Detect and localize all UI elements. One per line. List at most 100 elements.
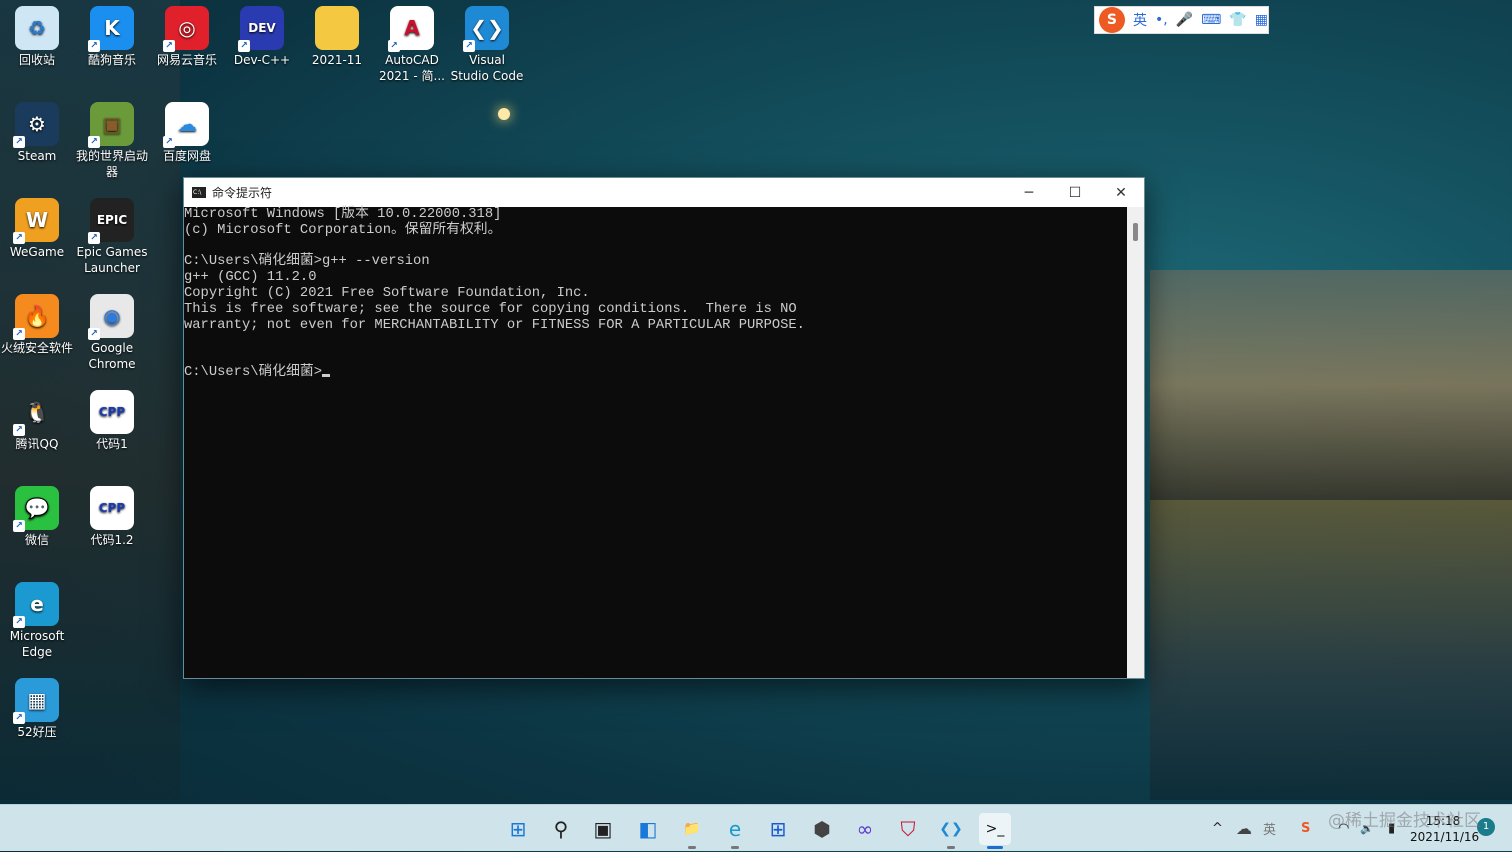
shortcut-arrow-icon: ↗ (88, 40, 100, 52)
vertical-scrollbar[interactable] (1127, 207, 1144, 678)
icon-glyph: ▣ (102, 112, 122, 136)
ime-indicator[interactable]: 英 (1263, 805, 1276, 852)
taskbar-mcafee-button[interactable]: ⛉ (892, 813, 924, 845)
running-indicator (688, 846, 696, 849)
microphone-icon[interactable]: 🎤 (1176, 12, 1193, 28)
skin-icon[interactable]: 👕 (1229, 12, 1246, 28)
desktop-icon-label: 百度网盘 (162, 149, 211, 163)
taskbar-vscode-button[interactable]: ❮❯ (935, 813, 967, 849)
qq-icon: 🐧 ↗ (13, 390, 59, 436)
close-button[interactable]: ✕ (1098, 178, 1144, 207)
desktop-icon[interactable]: ▣ ↗ 我的世界启动器 (75, 96, 149, 180)
sogou-tray-icon[interactable]: S (1301, 805, 1310, 852)
taskbar-file-explorer-button[interactable]: 📁 (676, 813, 708, 849)
minimize-button[interactable]: ─ (1006, 178, 1052, 207)
desktop-icon[interactable]: CPP 代码1 (75, 384, 149, 452)
desktop-icon[interactable]: 2021-11 (300, 0, 374, 68)
terminal-line: Microsoft Windows [版本 10.0.22000.318] (184, 207, 1128, 223)
chevron-up-icon[interactable]: ^ (1212, 821, 1223, 836)
cpp-file-icon: CPP (90, 486, 134, 530)
desktop-icon[interactable]: ⚙ ↗ Steam (0, 96, 74, 164)
icon-glyph: ☁ (177, 112, 197, 136)
punctuation-icon[interactable]: •, (1155, 12, 1168, 28)
shortcut-arrow-icon: ↗ (13, 136, 25, 148)
wallpaper-moon (498, 108, 510, 120)
running-indicator (731, 846, 739, 849)
taskbar-microsoft-store-button[interactable]: ⊞ (762, 813, 794, 845)
desktop-icon-label: 代码1.2 (90, 533, 134, 547)
taskbar-widgets-button[interactable]: ◧ (632, 813, 664, 845)
desktop-icon[interactable]: EPIC ↗ Epic Games Launcher (75, 192, 149, 276)
taskbar-task-view-button[interactable]: ▣ (587, 813, 619, 845)
taskbar-command-prompt-button[interactable]: >_ (979, 813, 1011, 849)
huorong-icon: 🔥 ↗ (13, 294, 59, 340)
desktop-icon[interactable]: ▦ ↗ 52好压 (0, 672, 74, 740)
icon-glyph: CPP (98, 405, 126, 419)
desktop-icon[interactable]: ❮❯ ↗ Visual Studio Code (450, 0, 524, 84)
ime-mode-toggle[interactable]: 英 (1133, 10, 1147, 30)
desktop-icon[interactable]: 🐧 ↗ 腾讯QQ (0, 384, 74, 452)
terminal-line: This is free software; see the source fo… (184, 302, 1128, 318)
desktop-icon[interactable]: ☁ ↗ 百度网盘 (150, 96, 224, 164)
desktop-icon-label: Google Chrome (88, 341, 136, 371)
kugou-icon: K ↗ (88, 6, 134, 52)
title-bar[interactable]: C:\ 命令提示符 ─ ☐ ✕ (184, 178, 1144, 207)
desktop-icon[interactable]: ♻ 回收站 (0, 0, 74, 68)
taskbar-start-button[interactable]: ⊞ (502, 813, 534, 845)
terminal-line-text: (c) Microsoft Corporation。保留所有权利。 (184, 222, 502, 238)
terminal-line: (c) Microsoft Corporation。保留所有权利。 (184, 223, 1128, 239)
toolbox-icon[interactable]: ▦ (1255, 12, 1268, 28)
desktop-icon-label: 腾讯QQ (15, 437, 59, 451)
desktop-icon[interactable]: ◎ ↗ 网易云音乐 (150, 0, 224, 68)
desktop-icon[interactable]: DEV ↗ Dev-C++ (225, 0, 299, 68)
show-hidden-icons-button[interactable]: ^ (1212, 805, 1223, 852)
keyboard-icon[interactable]: ⌨ (1201, 12, 1221, 28)
search-icon: ⚲ (553, 817, 569, 841)
desktop-icon-label: 2021-11 (311, 53, 363, 67)
desktop-icon-label: 代码1 (96, 437, 128, 451)
icon-glyph: ◉ (103, 304, 121, 328)
devcpp-icon: DEV ↗ (238, 6, 284, 52)
vscode-icon: ❮❯ (939, 821, 963, 837)
window-title: 命令提示符 (212, 186, 273, 200)
clock-date: 2021/11/16 (1410, 830, 1480, 844)
taskbar-edge-button[interactable]: e (719, 813, 751, 849)
scrollbar-thumb[interactable] (1133, 223, 1138, 241)
desktop-icon[interactable]: 💬 ↗ 微信 (0, 480, 74, 548)
watermark: @稀土掘金技术社区 (1328, 811, 1481, 831)
icon-glyph: ❮❯ (470, 16, 504, 40)
desktop-icon[interactable]: W ↗ WeGame (0, 192, 74, 260)
sogou-logo-icon[interactable]: S (1099, 7, 1125, 33)
terminal-line-text: C:\Users\硝化细菌> (184, 364, 322, 380)
taskbar-search-button[interactable]: ⚲ (545, 813, 577, 845)
command-prompt-icon: >_ (985, 821, 1005, 837)
terminal-output[interactable]: Microsoft Windows [版本 10.0.22000.318] (c)… (184, 207, 1128, 678)
haozip-icon: ▦ ↗ (13, 678, 59, 724)
icon-glyph: EPIC (96, 213, 128, 227)
desktop-icon[interactable]: ◉ ↗ Google Chrome (75, 288, 149, 372)
desktop-icon[interactable]: CPP 代码1.2 (75, 480, 149, 548)
desktop-icon[interactable]: A ↗ AutoCAD 2021 - 简... (375, 0, 449, 84)
text-cursor (321, 373, 330, 377)
shortcut-arrow-icon: ↗ (163, 136, 175, 148)
onedrive-icon[interactable]: ☁ (1236, 805, 1252, 852)
ime-toolbar[interactable]: S 英 •, 🎤 ⌨ 👕 ▦ (1094, 6, 1269, 34)
taskbar-visual-studio-button[interactable]: ∞ (849, 813, 881, 845)
shortcut-arrow-icon: ↗ (13, 328, 25, 340)
desktop-icon[interactable]: K ↗ 酷狗音乐 (75, 0, 149, 68)
running-indicator (947, 846, 955, 849)
terminal-line-text: Microsoft Windows [版本 10.0.22000.318] (184, 207, 502, 222)
shortcut-arrow-icon: ↗ (88, 136, 100, 148)
taskbar: ⊞ ⚲ ▣ ◧ 📁 e ⊞ ⬢ ∞ ⛉ ❮❯ >_ ^ ☁ 英 S ◠ 🔈 ▮ 15:18 2021/… (0, 804, 1512, 851)
taskbar-unity-button[interactable]: ⬢ (806, 813, 838, 845)
desktop-icon[interactable]: e ↗ Microsoft Edge (0, 576, 74, 660)
icon-glyph: K (104, 16, 120, 40)
shortcut-arrow-icon: ↗ (13, 424, 25, 436)
desktop-icon-label: Microsoft Edge (9, 629, 65, 659)
terminal-line: g++ (GCC) 11.2.0 (184, 270, 1128, 286)
maximize-button[interactable]: ☐ (1052, 178, 1098, 207)
desktop-icon[interactable]: 🔥 ↗ 火绒安全软件 (0, 288, 74, 356)
netease-music-icon: ◎ ↗ (163, 6, 209, 52)
